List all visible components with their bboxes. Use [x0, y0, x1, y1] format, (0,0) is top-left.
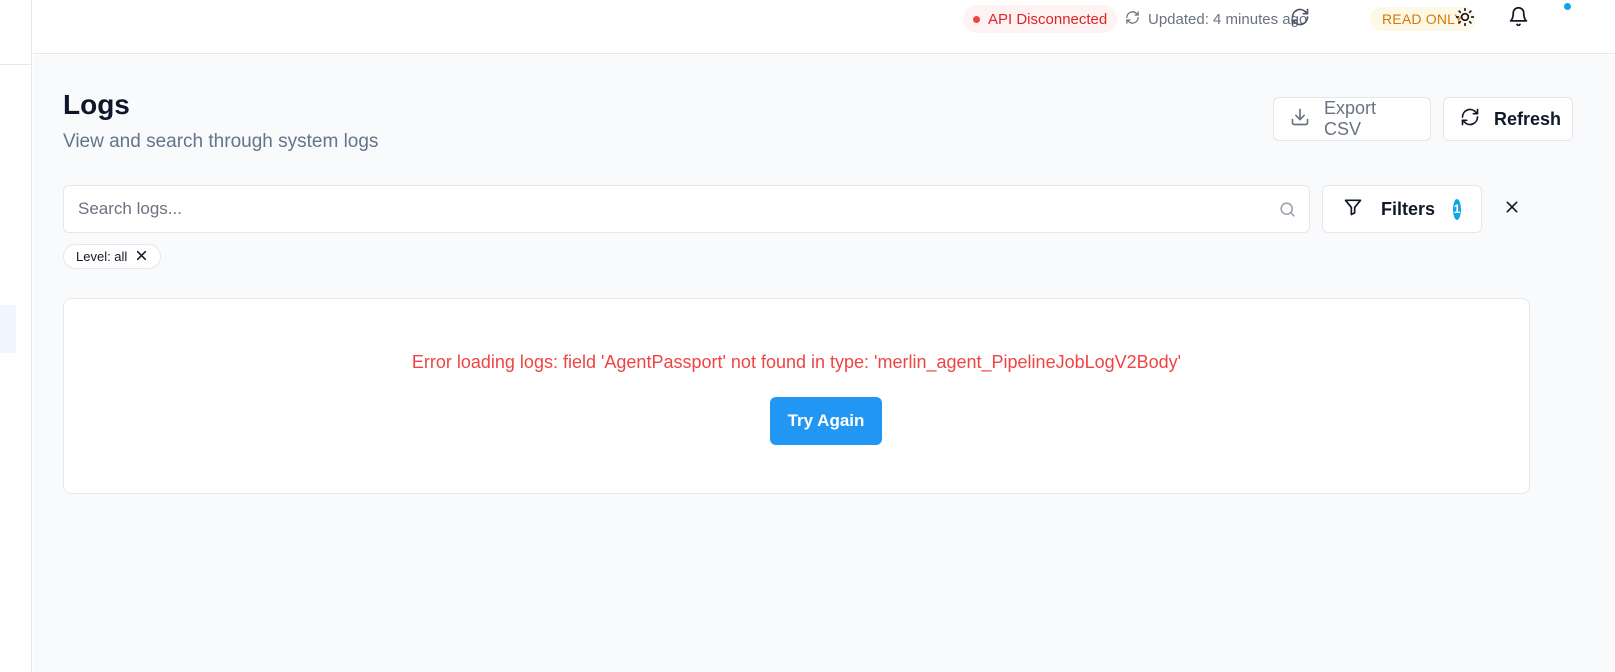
sidebar	[0, 0, 32, 672]
search-input[interactable]	[78, 186, 1248, 232]
try-again-button[interactable]: Try Again	[770, 397, 882, 445]
close-icon	[1504, 199, 1520, 220]
clear-filters-button[interactable]	[1499, 196, 1525, 222]
top-bar: API Disconnected Updated: 4 minutes ago …	[33, 0, 1615, 54]
sidebar-item-active[interactable]	[0, 305, 16, 353]
filters-button[interactable]: Filters 1	[1322, 185, 1482, 233]
sun-icon	[1455, 7, 1475, 32]
error-message: Error loading logs: field 'AgentPassport…	[411, 352, 1182, 372]
download-icon	[1290, 107, 1310, 132]
search-box	[63, 185, 1310, 233]
sync-icon	[1125, 10, 1140, 29]
refresh-data-button[interactable]	[1285, 4, 1315, 34]
notification-dot	[1563, 2, 1572, 11]
last-updated: Updated: 4 minutes ago	[1125, 9, 1307, 29]
theme-toggle-button[interactable]	[1450, 4, 1480, 34]
app-root: API Disconnected Updated: 4 minutes ago …	[0, 0, 1615, 672]
last-updated-text: Updated: 4 minutes ago	[1148, 10, 1308, 28]
filters-count-badge: 1	[1453, 198, 1461, 220]
main-content: Logs View and search through system logs…	[33, 55, 1615, 672]
refresh-button[interactable]: Refresh	[1443, 97, 1573, 141]
refresh-icon	[1290, 7, 1310, 32]
notifications-button[interactable]	[1503, 4, 1533, 34]
refresh-label: Refresh	[1494, 108, 1562, 129]
status-dot-icon	[973, 15, 980, 23]
filter-chip-label: Level: all	[76, 249, 128, 264]
page-subtitle: View and search through system logs	[63, 131, 379, 152]
refresh-icon	[1460, 107, 1480, 132]
search-icon	[1278, 200, 1297, 224]
filter-icon	[1343, 197, 1363, 222]
page-title: Logs	[63, 89, 130, 120]
export-csv-button[interactable]: Export CSV	[1273, 97, 1431, 141]
error-panel: Error loading logs: field 'AgentPassport…	[63, 298, 1530, 494]
api-status-text: API Disconnected	[988, 10, 1108, 28]
export-csv-label: Export CSV	[1324, 98, 1377, 139]
filters-label: Filters	[1381, 198, 1436, 219]
remove-chip-icon[interactable]	[135, 249, 148, 265]
filter-chip-level: Level: all	[63, 244, 162, 269]
bell-icon	[1508, 6, 1529, 32]
api-status-badge: API Disconnected	[963, 5, 1118, 33]
sidebar-divider	[0, 64, 32, 65]
